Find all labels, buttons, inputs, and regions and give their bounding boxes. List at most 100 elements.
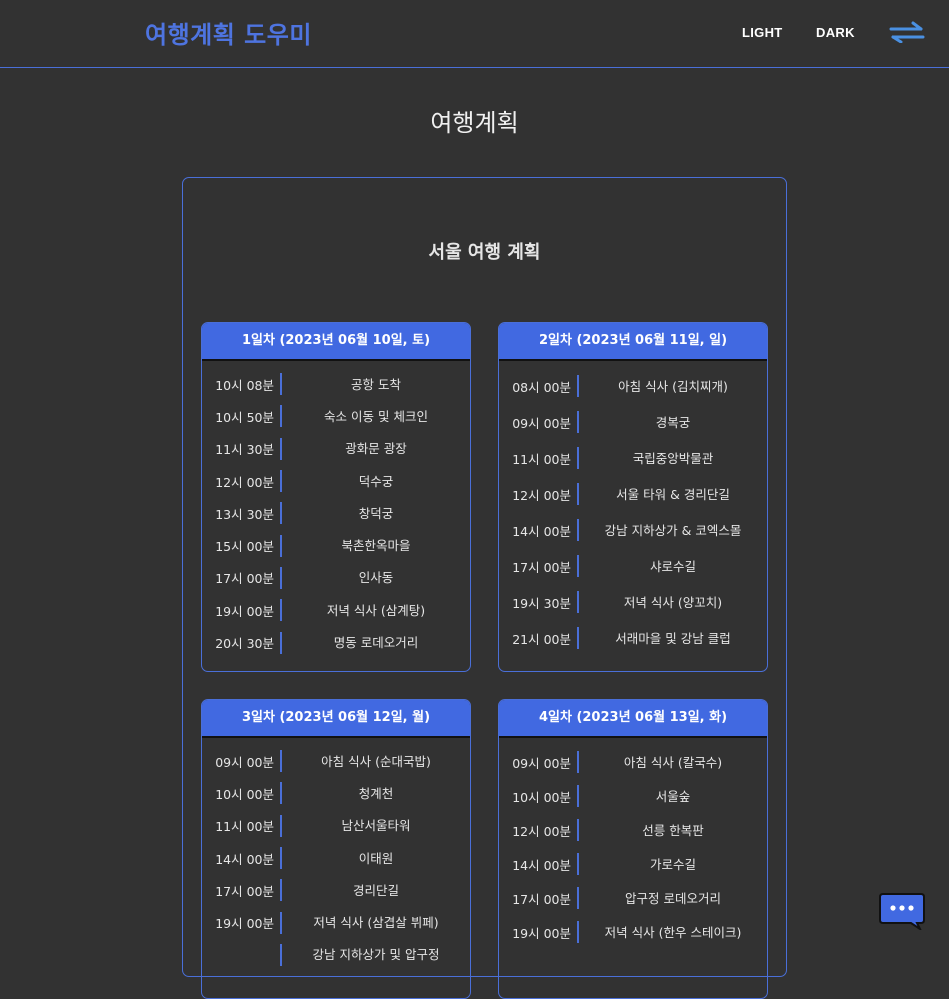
schedule-time: 08시 00분	[512, 379, 571, 395]
schedule-row: 19시 00분 저녁 식사 (삼계탕)	[202, 594, 470, 626]
schedule-time: 19시 00분	[512, 925, 571, 941]
schedule-row: 14시 00분 이태원	[202, 842, 470, 874]
schedule-row: 19시 00분 저녁 식사 (한우 스테이크)	[499, 915, 767, 949]
day-title: 3일차 (2023년 06월 12일, 월)	[202, 700, 470, 738]
schedule-row: 강남 지하상가 및 압구정	[202, 939, 470, 971]
schedule-row: 19시 30분 저녁 식사 (양꼬치)	[499, 584, 767, 620]
schedule-row: 19시 00분 저녁 식사 (삼겹살 뷔페)	[202, 906, 470, 938]
schedule-row: 17시 00분 인사동	[202, 562, 470, 594]
schedule-row: 20시 30분 명동 로데오거리	[202, 626, 470, 658]
day-card-3: 3일차 (2023년 06월 12일, 월) 09시 00분 아침 식사 (순대국…	[201, 699, 471, 999]
schedule-time: 17시 00분	[512, 559, 571, 575]
schedule-place: 국립중앙박물관	[632, 450, 714, 466]
schedule-place: 북촌한옥마을	[341, 538, 411, 554]
schedule-time: 10시 08분	[215, 377, 274, 393]
schedule-time: 17시 00분	[215, 883, 274, 899]
schedule-row: 11시 30분 광화문 광장	[202, 433, 470, 465]
schedule-time: 11시 30분	[215, 442, 274, 458]
schedule-place: 압구정 로데오거리	[625, 890, 721, 906]
schedule-time: 17시 00분	[512, 891, 571, 907]
schedule-place: 선릉 한복판	[642, 822, 704, 838]
schedule-time: 09시 00분	[512, 755, 571, 771]
double-arrow-icon[interactable]	[889, 21, 925, 43]
schedule-list: 09시 00분 아침 식사 (순대국밥) 10시 00분 청계천 11시 00분 남산서울…	[202, 738, 470, 971]
schedule-place: 아침 식사 (칼국수)	[623, 754, 723, 770]
day-title: 4일차 (2023년 06월 13일, 화)	[499, 700, 767, 738]
schedule-place: 서울숲	[655, 788, 691, 804]
schedule-row: 17시 00분 경리단길	[202, 874, 470, 906]
schedule-time: 20시 30분	[215, 636, 274, 652]
schedule-row: 14시 00분 가로수길	[499, 847, 767, 881]
schedule-place: 남산서울타워	[341, 818, 411, 834]
schedule-place: 창덕궁	[358, 505, 394, 521]
schedule-place: 저녁 식사 (한우 스테이크)	[604, 924, 742, 940]
schedule-place: 저녁 식사 (삼겹살 뷔페)	[313, 915, 439, 931]
schedule-time: 10시 50분	[215, 409, 274, 425]
schedule-row: 17시 00분 샤로수길	[499, 548, 767, 584]
schedule-place: 숙소 이동 및 체크인	[324, 408, 428, 424]
schedule-row: 10시 00분 서울숲	[499, 779, 767, 813]
schedule-time: 12시 00분	[215, 474, 274, 490]
schedule-time: 09시 00분	[512, 415, 571, 431]
top-header: 여행계획 도우미 LIGHT DARK	[0, 0, 949, 68]
schedule-list: 08시 00분 아침 식사 (김치찌개) 09시 00분 경복궁 11시 00분 국립중앙…	[499, 361, 767, 656]
day-title: 1일차 (2023년 06월 10일, 토)	[202, 323, 470, 361]
schedule-row: 09시 00분 아침 식사 (칼국수)	[499, 745, 767, 779]
schedule-time: 12시 00분	[512, 487, 571, 503]
schedule-place: 공항 도착	[351, 376, 401, 392]
schedule-time: 14시 00분	[512, 857, 571, 873]
schedule-time: 14시 00분	[512, 523, 571, 539]
schedule-row: 11시 00분 국립중앙박물관	[499, 440, 767, 476]
page-title: 여행계획	[430, 109, 519, 137]
schedule-place: 경리단길	[352, 882, 399, 898]
schedule-row: 15시 00분 북촌한옥마을	[202, 529, 470, 561]
schedule-place: 아침 식사 (순대국밥)	[321, 753, 431, 769]
schedule-place: 청계천	[358, 785, 394, 801]
schedule-row: 12시 00분 선릉 한복판	[499, 813, 767, 847]
schedule-place: 인사동	[358, 570, 394, 586]
schedule-time: 19시 30분	[512, 595, 571, 611]
schedule-row: 11시 00분 남산서울타워	[202, 810, 470, 842]
schedule-time: 11시 00분	[512, 451, 571, 467]
schedule-place: 이태원	[358, 850, 394, 866]
schedule-place: 샤로수길	[649, 558, 696, 574]
schedule-list: 10시 08분 공항 도착 10시 50분 숙소 이동 및 체크인 11시 30분 광화문…	[202, 361, 470, 659]
schedule-row: 10시 50분 숙소 이동 및 체크인	[202, 400, 470, 432]
schedule-list: 09시 00분 아침 식사 (칼국수) 10시 00분 서울숲 12시 00분 선릉 한복…	[499, 738, 767, 949]
schedule-time: 09시 00분	[215, 754, 274, 770]
schedule-row: 14시 00분 강남 지하상가 & 코엑스몰	[499, 512, 767, 548]
app-logo[interactable]: 여행계획 도우미	[145, 15, 312, 50]
schedule-place: 광화문 광장	[345, 441, 407, 457]
day-card-1: 1일차 (2023년 06월 10일, 토) 10시 08분 공항 도착 10시 5…	[201, 322, 471, 672]
schedule-place: 서울 타워 & 경리단길	[616, 486, 730, 502]
schedule-time: 17시 00분	[215, 571, 274, 587]
dark-mode-button[interactable]: DARK	[816, 25, 855, 40]
schedule-row: 12시 00분 서울 타워 & 경리단길	[499, 476, 767, 512]
schedule-place: 저녁 식사 (삼계탕)	[326, 602, 426, 618]
schedule-place: 강남 지하상가 & 코엑스몰	[604, 522, 742, 538]
schedule-row: 08시 00분 아침 식사 (김치찌개)	[499, 368, 767, 404]
schedule-row: 10시 00분 청계천	[202, 777, 470, 809]
schedule-place: 아침 식사 (김치찌개)	[618, 378, 728, 394]
schedule-time: 13시 30분	[215, 506, 274, 522]
schedule-place: 서래마을 및 강남 클럽	[615, 630, 731, 646]
schedule-time: 15시 00분	[215, 539, 274, 555]
schedule-time: 11시 00분	[215, 819, 274, 835]
day-card-4: 4일차 (2023년 06월 13일, 화) 09시 00분 아침 식사 (칼국수…	[498, 699, 768, 999]
light-mode-button[interactable]: LIGHT	[742, 25, 783, 40]
schedule-time: 14시 00분	[215, 851, 274, 867]
schedule-row: 21시 00분 서래마을 및 강남 클럽	[499, 620, 767, 656]
schedule-time: 10시 00분	[215, 786, 274, 802]
schedule-row: 13시 30분 창덕궁	[202, 497, 470, 529]
schedule-row: 10시 08분 공항 도착	[202, 368, 470, 400]
schedule-row: 17시 00분 압구정 로데오거리	[499, 881, 767, 915]
schedule-row: 12시 00분 덕수궁	[202, 465, 470, 497]
day-card-2: 2일차 (2023년 06월 11일, 일) 08시 00분 아침 식사 (김치찌…	[498, 322, 768, 672]
schedule-place: 가로수길	[649, 856, 696, 872]
schedule-time: 19시 00분	[215, 603, 274, 619]
schedule-time: 12시 00분	[512, 823, 571, 839]
schedule-time: 19시 00분	[215, 916, 274, 932]
chat-bubble-icon[interactable]	[879, 892, 925, 930]
schedule-row: 09시 00분 경복궁	[499, 404, 767, 440]
schedule-place: 경복궁	[655, 414, 691, 430]
